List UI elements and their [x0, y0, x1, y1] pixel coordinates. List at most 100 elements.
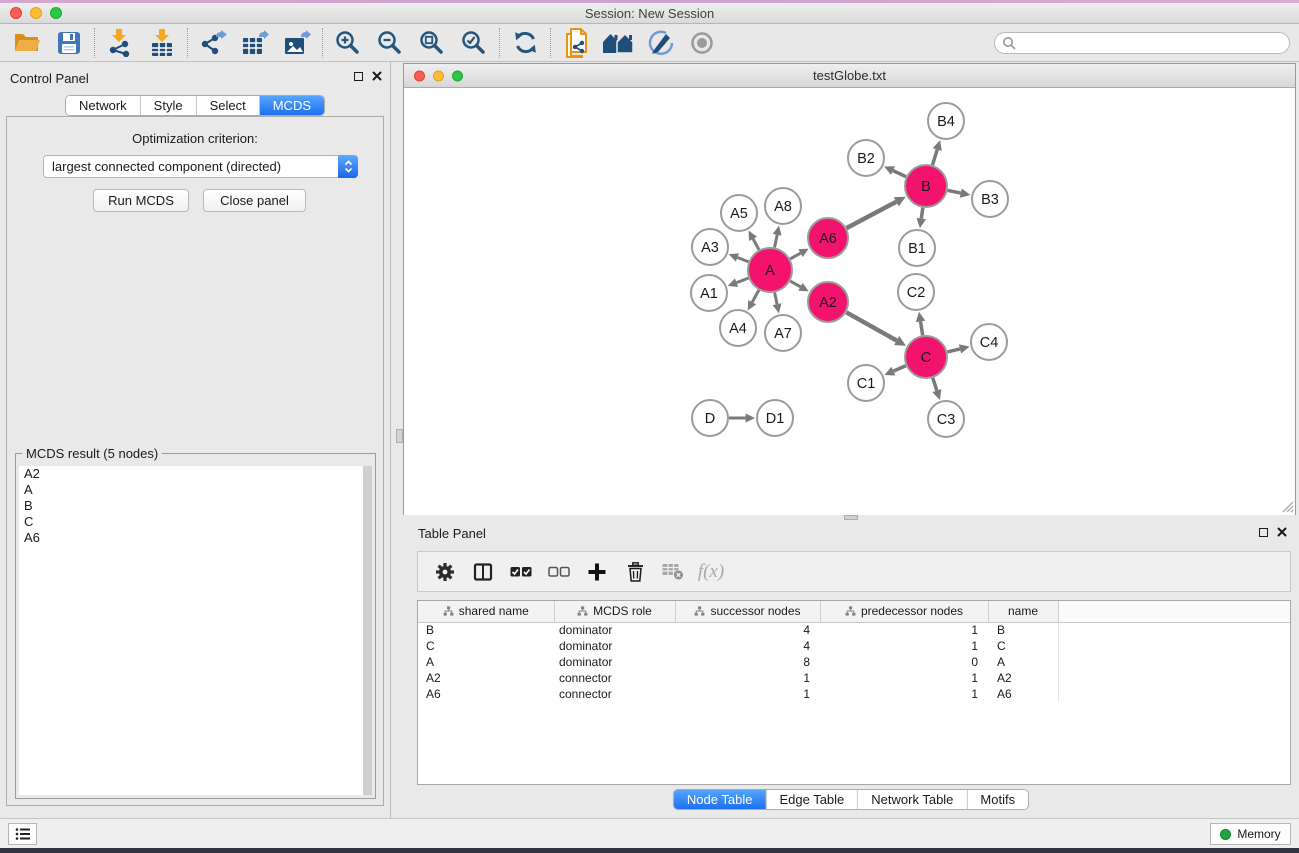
table-cell[interactable]: A2 [988, 670, 1058, 686]
tab-network-table[interactable]: Network Table [857, 790, 966, 809]
table-cell[interactable]: 1 [820, 638, 988, 654]
graph-node-D[interactable]: D [692, 400, 728, 436]
import-network-button[interactable] [99, 26, 141, 60]
run-mcds-button[interactable]: Run MCDS [93, 189, 189, 212]
mcds-result-item[interactable]: C [19, 514, 372, 530]
result-list-scrollbar[interactable] [363, 466, 372, 795]
graph-node-B2[interactable]: B2 [848, 140, 884, 176]
close-panel-button[interactable]: Close panel [203, 189, 306, 212]
graph-node-C4[interactable]: C4 [971, 324, 1007, 360]
annotation-mode-button[interactable] [639, 26, 681, 60]
graph-node-A5[interactable]: A5 [721, 195, 757, 231]
graph-edge-A-A7[interactable] [775, 293, 777, 305]
zoom-out-button[interactable] [369, 26, 411, 60]
graph-edge-C-C1[interactable] [893, 366, 905, 371]
graph-node-A2[interactable]: A2 [808, 282, 848, 322]
zoom-network-window-button[interactable] [452, 70, 463, 81]
task-history-button[interactable] [8, 823, 37, 845]
column-header-mcds-role[interactable]: MCDS role [554, 601, 675, 622]
graph-edge-C-C4[interactable] [947, 349, 960, 352]
zoom-in-button[interactable] [327, 26, 369, 60]
table-cell[interactable]: 1 [675, 686, 820, 702]
graph-node-C3[interactable]: C3 [928, 401, 964, 437]
table-cell[interactable]: A6 [418, 686, 554, 702]
table-cell[interactable]: connector [554, 686, 675, 702]
delete-column-button[interactable] [616, 555, 654, 589]
tab-edge-table[interactable]: Edge Table [765, 790, 857, 809]
table-cell[interactable]: A [988, 654, 1058, 670]
tab-motifs[interactable]: Motifs [966, 790, 1028, 809]
graph-node-B3[interactable]: B3 [972, 181, 1008, 217]
function-builder-button[interactable]: f(x) [692, 555, 730, 589]
graph-node-B[interactable]: B [905, 165, 947, 207]
column-header-successor-nodes[interactable]: successor nodes [675, 601, 820, 622]
resize-grip-icon[interactable] [1281, 500, 1294, 513]
table-settings-button[interactable] [426, 555, 464, 589]
network-graph[interactable]: AA1A2A3A4A5A6A7A8BB1B2B3B4CC1C2C3C4DD1 [404, 89, 1295, 515]
tab-style[interactable]: Style [140, 96, 196, 115]
network-from-file-button[interactable] [555, 26, 597, 60]
table-cell[interactable]: 8 [675, 654, 820, 670]
graph-node-B4[interactable]: B4 [928, 103, 964, 139]
graph-node-A8[interactable]: A8 [765, 188, 801, 224]
delete-table-button[interactable] [654, 555, 692, 589]
neighbors-button[interactable] [597, 26, 639, 60]
open-session-button[interactable] [6, 26, 48, 60]
export-network-button[interactable] [192, 26, 234, 60]
table-cell[interactable]: dominator [554, 622, 675, 638]
column-header-predecessor-nodes[interactable]: predecessor nodes [820, 601, 988, 622]
table-cell[interactable]: 1 [675, 670, 820, 686]
float-table-panel-icon[interactable] [1259, 528, 1268, 537]
graph-edge-B-B4[interactable] [932, 149, 937, 164]
graph-node-A6[interactable]: A6 [808, 218, 848, 258]
show-columns-button[interactable] [464, 555, 502, 589]
graph-edge-A-A4[interactable] [752, 290, 759, 302]
graph-edge-A-A8[interactable] [775, 235, 778, 248]
table-cell[interactable]: connector [554, 670, 675, 686]
graph-edge-A2-C[interactable] [846, 312, 896, 340]
mcds-result-item[interactable]: A [19, 482, 372, 498]
zoom-fit-button[interactable] [411, 26, 453, 60]
graph-node-A4[interactable]: A4 [720, 310, 756, 346]
table-cell[interactable]: 1 [820, 622, 988, 638]
table-cell[interactable]: 0 [820, 654, 988, 670]
network-window-titlebar[interactable]: testGlobe.txt [404, 64, 1295, 88]
table-cell[interactable]: A2 [418, 670, 554, 686]
add-column-button[interactable] [578, 555, 616, 589]
table-cell[interactable]: C [418, 638, 554, 654]
graph-node-C1[interactable]: C1 [848, 365, 884, 401]
export-image-button[interactable] [276, 26, 318, 60]
tab-node-table[interactable]: Node Table [674, 790, 766, 809]
graph-node-B1[interactable]: B1 [899, 230, 935, 266]
graph-edge-A-A2[interactable] [790, 281, 800, 287]
graphics-details-button[interactable] [681, 26, 723, 60]
table-row[interactable]: A6connector11A6 [418, 686, 1290, 702]
column-header-name[interactable]: name [988, 601, 1058, 622]
table-row[interactable]: A2connector11A2 [418, 670, 1290, 686]
column-header-shared-name[interactable]: shared name [418, 601, 554, 622]
memory-button[interactable]: Memory [1210, 823, 1291, 845]
minimize-network-window-button[interactable] [433, 70, 444, 81]
close-network-window-button[interactable] [414, 70, 425, 81]
table-cell[interactable]: A [418, 654, 554, 670]
deselect-all-button[interactable] [540, 555, 578, 589]
graph-node-A3[interactable]: A3 [692, 229, 728, 265]
table-cell[interactable]: C [988, 638, 1058, 654]
zoom-selected-button[interactable] [453, 26, 495, 60]
graph-edge-A6-B[interactable] [847, 202, 897, 228]
mcds-result-item[interactable]: B [19, 498, 372, 514]
mcds-result-item[interactable]: A6 [19, 530, 372, 546]
table-cell[interactable]: dominator [554, 654, 675, 670]
zoom-window-button[interactable] [50, 7, 62, 19]
table-cell[interactable]: 4 [675, 638, 820, 654]
graph-node-D1[interactable]: D1 [757, 400, 793, 436]
graph-edge-A-A5[interactable] [753, 239, 759, 250]
table-cell[interactable]: A6 [988, 686, 1058, 702]
graph-node-C[interactable]: C [905, 336, 947, 378]
import-table-button[interactable] [141, 26, 183, 60]
graph-edge-B-B3[interactable] [948, 190, 961, 193]
mcds-result-list[interactable]: A2ABCA6 [19, 466, 372, 795]
graph-edge-A-A6[interactable] [790, 253, 800, 259]
table-cell[interactable]: B [988, 622, 1058, 638]
table-cell[interactable]: 4 [675, 622, 820, 638]
